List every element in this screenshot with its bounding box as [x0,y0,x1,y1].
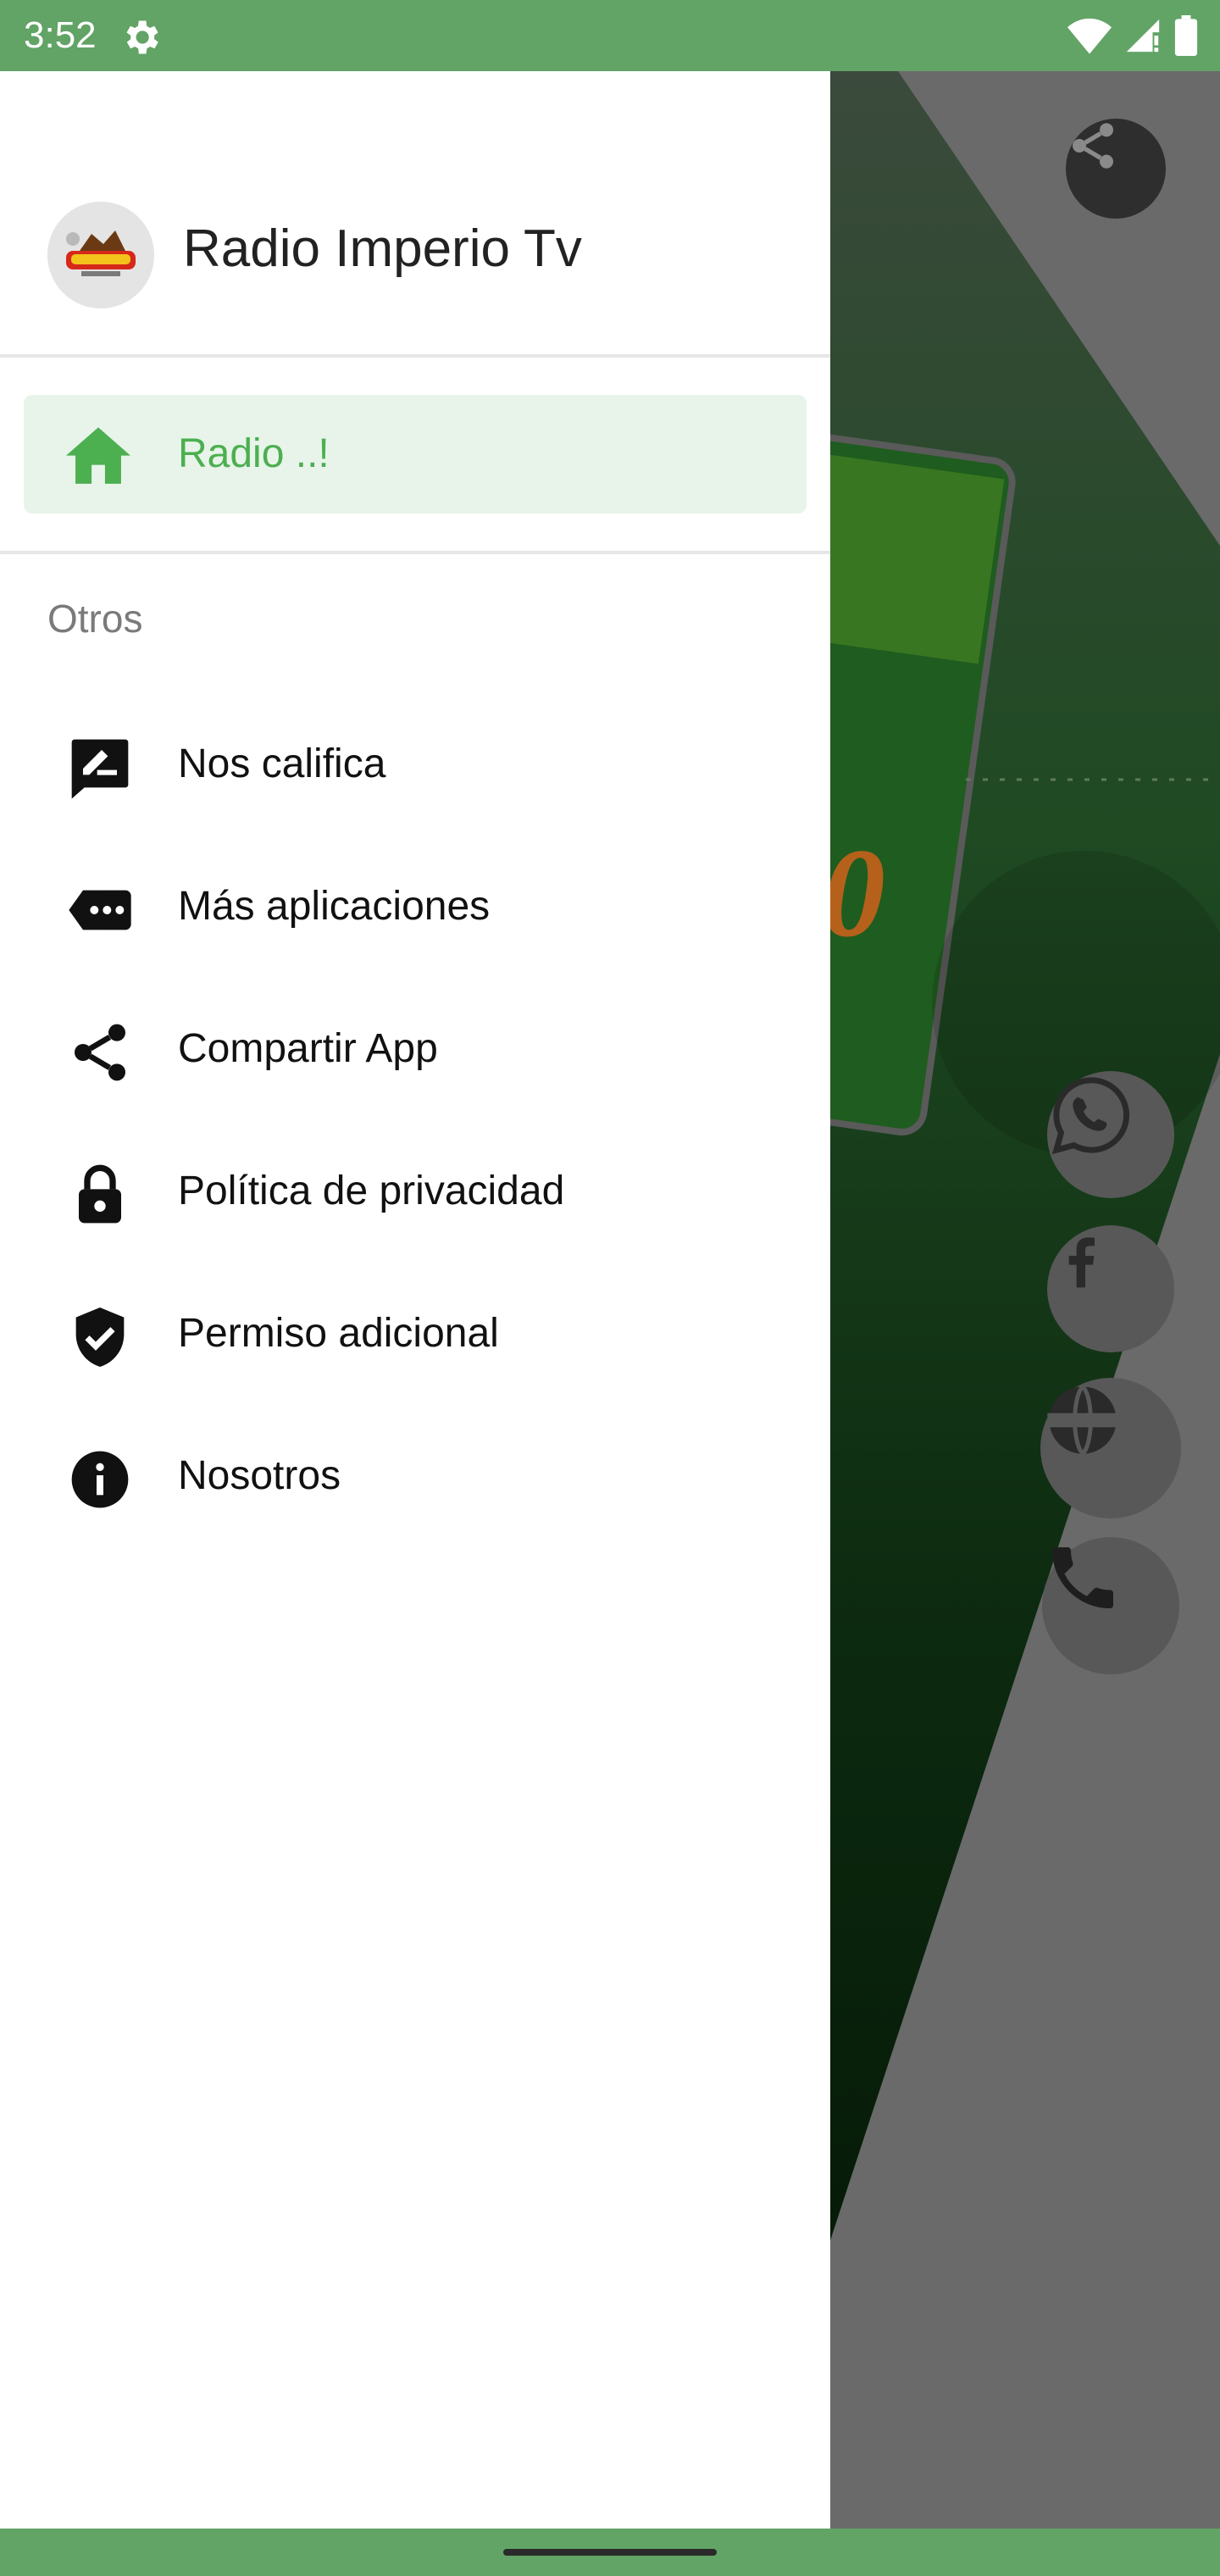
drawer-app-title: Radio Imperio Tv [183,219,582,278]
lock-icon [79,1164,121,1224]
cellular-signal-icon [1126,19,1160,53]
gesture-handle[interactable] [503,2549,717,2556]
drawer-item-label: Más aplicaciones [178,884,491,929]
drawer-item-radio[interactable]: Radio ..! [24,395,807,514]
drawer-item-label: Nos califica [178,741,386,786]
app-logo-avatar [47,202,154,308]
status-bar: 3:52 [0,0,1220,71]
share-icon [75,1024,125,1081]
background-app: 0 [830,71,1220,2529]
share-fab[interactable] [1066,119,1166,219]
drawer-item-label: Nosotros [178,1453,341,1498]
radio-imperio-logo [47,202,154,308]
drawer-item-privacy-policy[interactable]: Política de privacidad [0,1127,830,1254]
drawer-item-more-apps[interactable]: Más aplicaciones [0,842,830,969]
status-time: 3:52 [24,14,97,56]
facebook-button[interactable] [1047,1225,1174,1352]
verified-shield-icon [75,1307,125,1367]
globe-icon [1047,1385,1118,1456]
wifi-icon [1068,18,1112,54]
drawer-item-share-app[interactable]: Compartir App [0,985,830,1112]
drawer-item-label: Radio ..! [178,431,330,476]
drawer-item-label: Compartir App [178,1026,438,1071]
drawer-item-rate[interactable]: Nos califica [0,700,830,827]
section-title-otros: Otros [47,597,143,641]
settings-gear-icon [126,20,158,54]
system-navigation-bar [0,2529,1220,2576]
navigation-drawer: Radio Imperio Tv Radio ..! Otros Nos cal… [0,71,830,2529]
whatsapp-icon [1051,1077,1129,1155]
drawer-item-additional-permission[interactable]: Permiso adicional [0,1269,830,1396]
call-button[interactable] [1042,1537,1179,1674]
more-apps-icon [69,890,131,930]
section-divider [0,551,830,554]
header-divider [0,354,830,358]
home-icon [66,427,130,484]
info-icon [71,1451,129,1508]
share-icon [1073,123,1113,169]
phone-icon [1052,1547,1113,1608]
status-icons [1068,14,1198,58]
drawer-item-label: Permiso adicional [178,1311,499,1356]
drawer-item-label: Política de privacidad [178,1169,565,1213]
facebook-icon [1068,1237,1095,1288]
svg-text:0: 0 [830,823,885,963]
drawer-item-about-us[interactable]: Nosotros [0,1412,830,1539]
whatsapp-button[interactable] [1047,1071,1174,1198]
website-button[interactable] [1040,1378,1181,1518]
battery-icon [1174,15,1198,56]
drawer-header: Radio Imperio Tv [0,71,830,356]
rate-review-icon [71,739,129,799]
